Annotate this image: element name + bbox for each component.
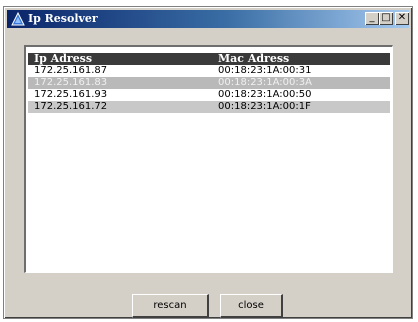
ip-cell: 172.25.161.93 xyxy=(34,89,108,100)
close-button[interactable]: close xyxy=(220,294,283,318)
minimize-icon: _ xyxy=(369,12,375,23)
close-window-button[interactable]: ✕ xyxy=(395,12,409,25)
list-item[interactable]: 172.25.161.93 00:18:23:1A:00:50 xyxy=(28,89,390,101)
maximize-icon: □ xyxy=(381,12,391,23)
list-header: Ip Adress Mac Adress xyxy=(28,53,390,65)
mac-cell: 00:18:23:1A:00:31 xyxy=(218,65,312,76)
ip-cell: 172.25.161.87 xyxy=(34,65,108,76)
ip-cell: 172.25.161.72 xyxy=(34,101,108,112)
rescan-button[interactable]: rescan xyxy=(132,294,209,318)
mac-cell: 00:18:23:1A:00:1F xyxy=(218,101,311,112)
maximize-button[interactable]: □ xyxy=(379,12,393,25)
column-header-ip: Ip Adress xyxy=(34,52,93,65)
app-icon xyxy=(11,12,25,26)
close-icon: ✕ xyxy=(397,12,407,23)
ip-resolver-window: Ip Resolver _ □ ✕ Ip Adress Mac Adress 1… xyxy=(3,6,413,319)
mac-cell: 00:18:23:1A:00:50 xyxy=(218,89,312,100)
list-item[interactable]: 172.25.161.72 00:18:23:1A:00:1F xyxy=(28,101,390,113)
ip-mac-list[interactable]: Ip Adress Mac Adress 172.25.161.87 00:18… xyxy=(24,45,393,273)
minimize-button[interactable]: _ xyxy=(365,12,379,25)
list-item[interactable]: 172.25.161.83 00:18:23:1A:00:3A xyxy=(28,77,390,89)
mac-cell: 00:18:23:1A:00:3A xyxy=(218,77,312,88)
window-title: Ip Resolver xyxy=(28,12,98,25)
title-bar[interactable]: Ip Resolver _ □ ✕ xyxy=(7,10,409,28)
list-item[interactable]: 172.25.161.87 00:18:23:1A:00:31 xyxy=(28,65,390,77)
column-header-mac: Mac Adress xyxy=(218,52,290,65)
ip-cell: 172.25.161.83 xyxy=(34,77,108,88)
